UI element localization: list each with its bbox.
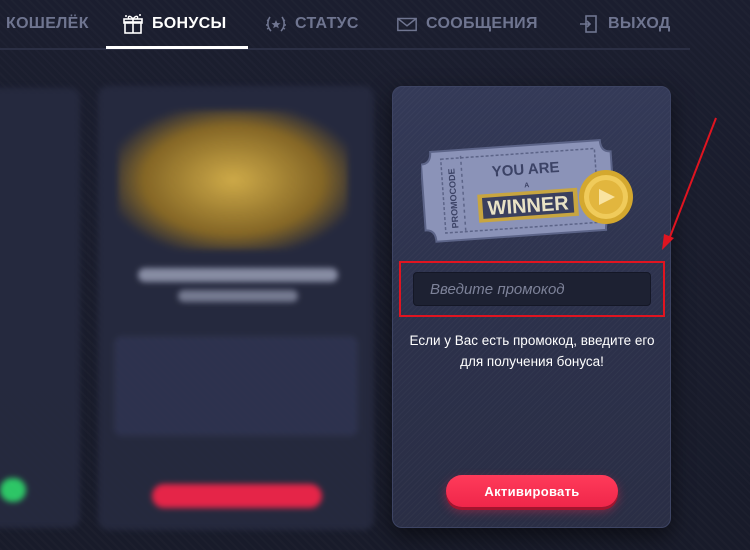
nav-messages-label: Сообщения xyxy=(426,15,538,32)
nav-item-logout[interactable]: Выход xyxy=(578,0,671,48)
active-tab-indicator xyxy=(106,46,248,49)
promo-code-card: PROMOCODE YOU ARE A WINNER Если у Вас ес… xyxy=(392,86,671,528)
annotation-arrow xyxy=(662,117,717,250)
nav-logout-label: Выход xyxy=(608,15,671,32)
promo-code-input[interactable] xyxy=(413,272,651,306)
nav-item-bonuses[interactable]: Бонусы xyxy=(122,0,226,48)
gift-icon xyxy=(122,13,144,35)
nav-bonuses-label: Бонусы xyxy=(152,15,227,32)
top-nav: Кошелёк Бонусы Статус xyxy=(0,0,690,50)
laurel-icon xyxy=(265,13,287,35)
blurred-bonus-card-center xyxy=(98,86,374,530)
nav-item-wallet[interactable]: Кошелёк xyxy=(6,0,89,48)
envelope-icon xyxy=(396,13,418,35)
nav-status-label: Статус xyxy=(295,15,359,32)
ticket-text-a: A xyxy=(524,182,530,189)
winner-ticket-image: PROMOCODE YOU ARE A WINNER xyxy=(421,139,633,243)
activate-button[interactable]: Активировать xyxy=(446,475,618,507)
logout-icon xyxy=(578,13,600,35)
nav-item-status[interactable]: Статус xyxy=(265,0,359,48)
promo-description: Если у Вас есть промокод, введите его дл… xyxy=(409,333,655,369)
blurred-bonus-card-left xyxy=(0,88,80,528)
nav-wallet-label: Кошелёк xyxy=(6,15,89,32)
nav-item-messages[interactable]: Сообщения xyxy=(396,0,538,48)
